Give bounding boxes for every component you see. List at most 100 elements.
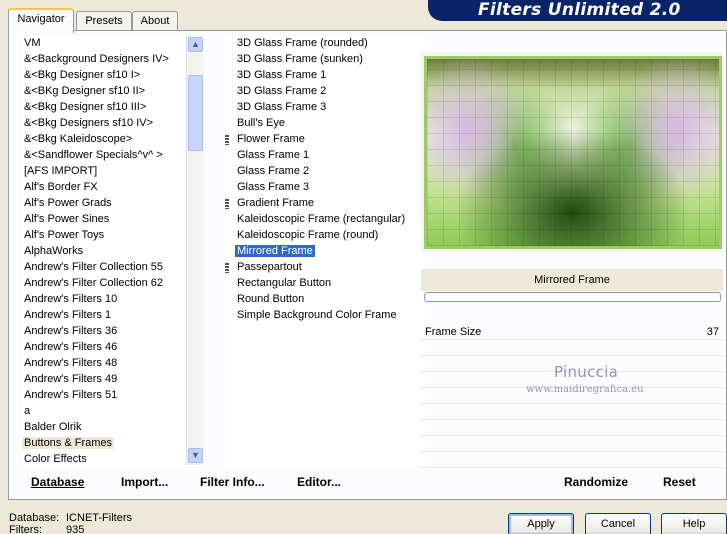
category-item[interactable]: Andrew's Filters 1 — [21, 308, 113, 324]
randomize-button[interactable]: Randomize — [564, 475, 628, 490]
category-item[interactable]: &<Sandflower Specials^v^ > — [21, 148, 165, 164]
param-row-empty — [421, 452, 723, 468]
category-item[interactable]: Buttons & Frames — [21, 436, 115, 452]
category-item-label: Alf's Power Sines — [24, 213, 110, 225]
category-item[interactable]: a — [21, 404, 32, 420]
filter-item-label: Kaleidoscopic Frame (round) — [237, 229, 379, 241]
app-title-banner: Filters Unlimited 2.0 — [428, 0, 727, 21]
category-item-label: [AFS IMPORT] — [24, 165, 98, 177]
category-item-label: a — [24, 405, 31, 417]
database-button[interactable]: Database — [31, 475, 84, 490]
category-item[interactable]: Alf's Border FX — [21, 180, 100, 196]
filter-item-label: 3D Glass Frame (rounded) — [237, 37, 368, 49]
import-button[interactable]: Import... — [121, 475, 168, 490]
filter-item[interactable]: Flower Frame — [225, 132, 307, 148]
filter-item-label: 3D Glass Frame 2 — [237, 85, 327, 97]
category-item[interactable]: &<Bkg Designer sf10 III> — [21, 100, 148, 116]
chevron-down-icon: ▼ — [191, 450, 200, 460]
category-item[interactable]: Andrew's Filters 10 — [21, 292, 119, 308]
category-item[interactable]: Andrew's Filters 51 — [21, 388, 119, 404]
filter-item[interactable]: Kaleidoscopic Frame (rectangular) — [234, 212, 407, 228]
filter-item[interactable]: 3D Glass Frame (rounded) — [234, 36, 370, 52]
status-database-value: ICNET-Filters — [66, 512, 132, 524]
category-item-label: Andrew's Filters 1 — [24, 309, 112, 321]
category-item-label: Andrew's Filters 10 — [24, 293, 118, 305]
filter-info-button[interactable]: Filter Info... — [200, 475, 265, 490]
category-item[interactable]: Alf's Power Toys — [21, 228, 106, 244]
category-item-label: &<BKg Designer sf10 II> — [24, 85, 146, 97]
category-item[interactable]: &<Bkg Designer sf10 I> — [21, 68, 142, 84]
scroll-up-button[interactable]: ▲ — [188, 37, 203, 52]
filter-item[interactable]: Mirrored Frame — [234, 244, 315, 260]
filter-item[interactable]: Rectangular Button — [234, 276, 333, 292]
category-item[interactable]: AlphaWorks — [21, 244, 85, 260]
category-item-label: &<Bkg Designers sf10 IV> — [24, 117, 154, 129]
category-item[interactable]: [AFS IMPORT] — [21, 164, 99, 180]
filter-item[interactable]: 3D Glass Frame 3 — [234, 100, 328, 116]
chevron-up-icon: ▲ — [191, 39, 200, 49]
filter-list[interactable]: 3D Glass Frame (rounded) 3D Glass Frame (… — [225, 36, 425, 466]
category-item[interactable]: &<Bkg Kaleidoscope> — [21, 132, 134, 148]
editor-button[interactable]: Editor... — [297, 475, 341, 490]
filter-item[interactable]: Glass Frame 3 — [234, 180, 311, 196]
filter-item[interactable]: Round Button — [234, 292, 306, 308]
tab-about[interactable]: About — [132, 11, 178, 31]
category-item[interactable]: &<Background Designers IV> — [21, 52, 171, 68]
progress-bar — [424, 292, 721, 302]
category-item[interactable]: Andrew's Filters 46 — [21, 340, 119, 356]
filter-item[interactable]: Glass Frame 2 — [234, 164, 311, 180]
category-item-label: Andrew's Filters 36 — [24, 325, 118, 337]
category-item[interactable]: Andrew's Filters 48 — [21, 356, 119, 372]
filter-item[interactable]: Bull's Eye — [234, 116, 287, 132]
category-item[interactable]: &<Bkg Designers sf10 IV> — [21, 116, 155, 132]
category-item-label: Balder Olrik — [24, 421, 82, 433]
category-item-label: Andrew's Filters 46 — [24, 341, 118, 353]
category-item[interactable]: Alf's Power Grads — [21, 196, 114, 212]
filter-item[interactable]: Glass Frame 1 — [234, 148, 311, 164]
category-item-label: Color Effects — [24, 453, 87, 465]
category-list[interactable]: VM &<Background Designers IV> &<Bkg Design… — [21, 36, 203, 466]
category-item[interactable]: Andrew's Filter Collection 62 — [21, 276, 165, 292]
filter-item-label: Glass Frame 2 — [237, 165, 310, 177]
category-item-label: &<Bkg Kaleidoscope> — [24, 133, 133, 145]
param-row-empty — [421, 420, 723, 436]
filter-item-label: Glass Frame 1 — [237, 149, 310, 161]
filter-item[interactable]: Kaleidoscopic Frame (round) — [234, 228, 380, 244]
category-item[interactable]: Balder Olrik — [21, 420, 83, 436]
reset-button[interactable]: Reset — [663, 475, 696, 490]
category-item[interactable]: Andrew's Filter Collection 55 — [21, 260, 165, 276]
filter-name-label: Mirrored Frame — [421, 269, 723, 291]
filter-item[interactable]: 3D Glass Frame 2 — [234, 84, 328, 100]
cancel-button[interactable]: Cancel — [585, 513, 651, 534]
category-item-label: &<Background Designers IV> — [24, 53, 169, 65]
tab-presets[interactable]: Presets — [76, 11, 132, 31]
category-item[interactable]: VM — [21, 36, 43, 52]
category-item-label: Andrew's Filter Collection 62 — [24, 277, 164, 289]
category-scrollbar[interactable]: ▲ ▼ — [186, 35, 203, 465]
filter-preview-image — [424, 56, 722, 249]
category-item[interactable]: Andrew's Filters 49 — [21, 372, 119, 388]
scroll-thumb[interactable] — [188, 75, 203, 151]
param-row[interactable]: Frame Size 37 — [421, 324, 723, 340]
group-marker-icon — [225, 135, 229, 145]
filter-item[interactable]: Simple Background Color Frame — [234, 308, 399, 324]
param-value[interactable]: 37 — [707, 324, 719, 340]
category-item[interactable]: Andrew's Filters 36 — [21, 324, 119, 340]
help-button[interactable]: Help — [661, 513, 727, 534]
filter-item[interactable]: 3D Glass Frame (sunken) — [234, 52, 365, 68]
group-marker-icon — [225, 199, 229, 209]
scroll-down-button[interactable]: ▼ — [188, 448, 203, 463]
group-marker-icon — [225, 263, 229, 273]
filter-item[interactable]: 3D Glass Frame 1 — [234, 68, 328, 84]
category-item-label: Andrew's Filter Collection 55 — [24, 261, 164, 273]
filter-item[interactable]: Passepartout — [225, 260, 304, 276]
status-database-label: Database: — [9, 512, 60, 524]
apply-button[interactable]: Apply — [508, 513, 574, 534]
category-item[interactable]: Color Effects — [21, 452, 89, 466]
filter-item-label: Rectangular Button — [237, 277, 332, 289]
category-item[interactable]: Alf's Power Sines — [21, 212, 111, 228]
filter-item[interactable]: Gradient Frame — [225, 196, 316, 212]
filter-item-label: Gradient Frame — [237, 197, 315, 209]
category-item[interactable]: &<BKg Designer sf10 II> — [21, 84, 147, 100]
tab-navigator[interactable]: Navigator — [8, 8, 74, 33]
